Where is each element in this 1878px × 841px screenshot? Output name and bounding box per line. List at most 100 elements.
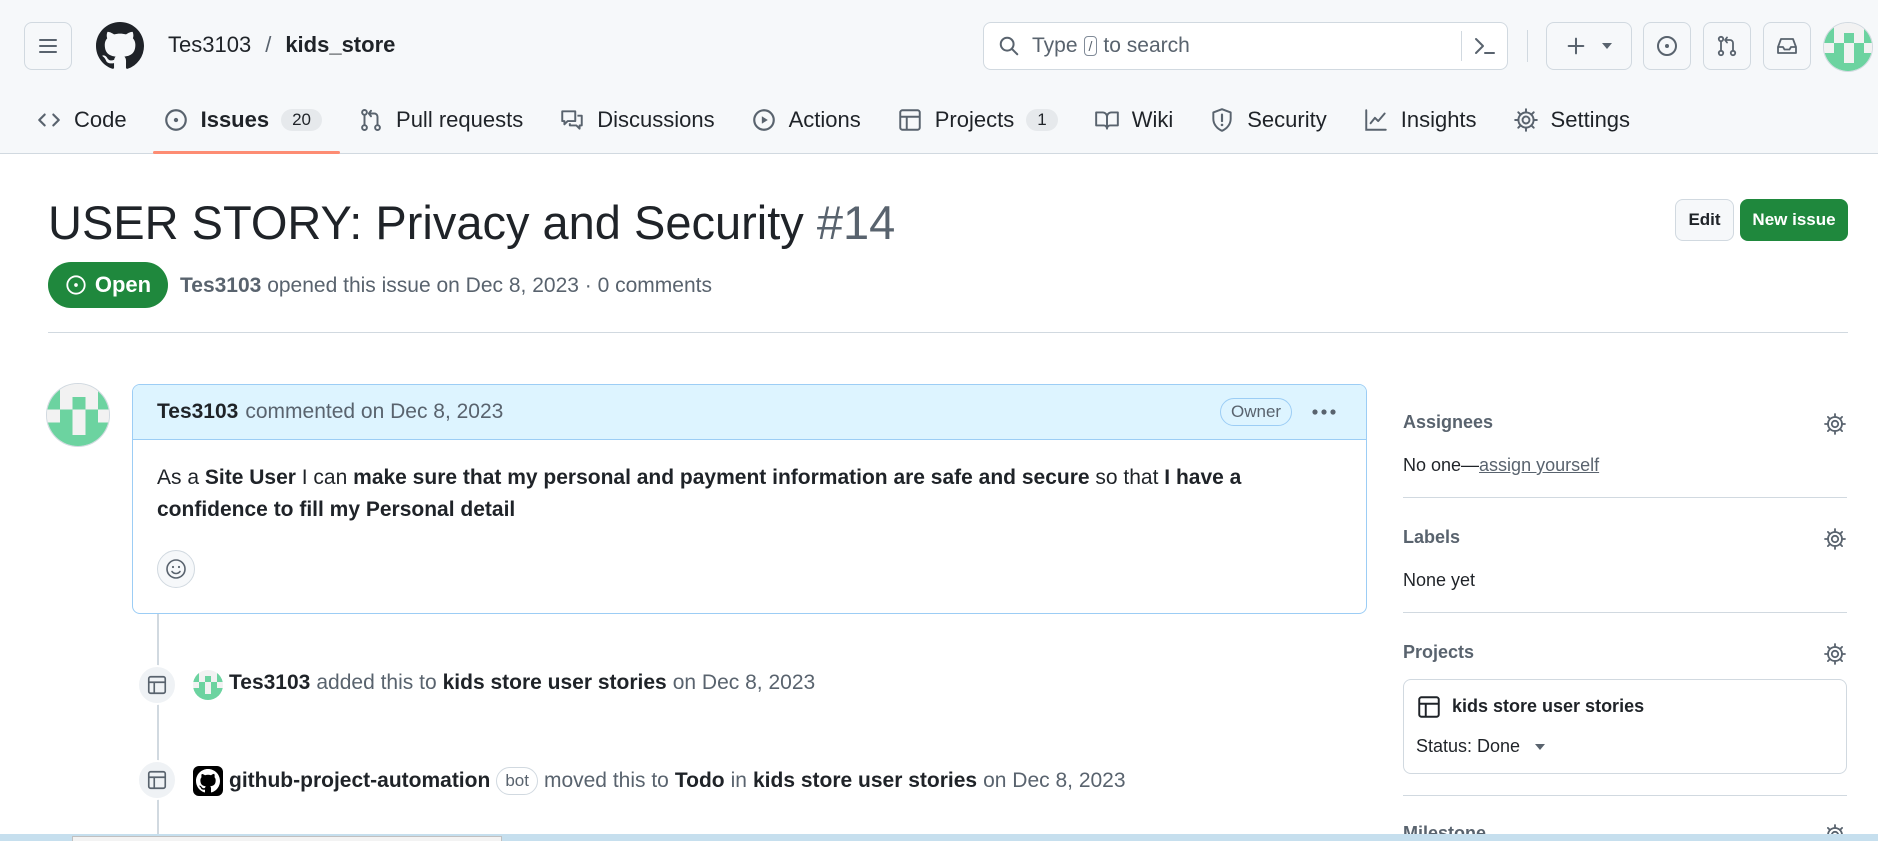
assign-yourself-link[interactable]: assign yourself <box>1479 455 1599 475</box>
assignees-value: No one—assign yourself <box>1403 455 1847 476</box>
project-status-value: Status: Done <box>1416 736 1521 756</box>
event-actor-avatar[interactable] <box>193 766 223 796</box>
your-pull-requests-button[interactable] <box>1703 22 1751 70</box>
tab-code[interactable]: Code <box>36 100 145 140</box>
comment-timestamp[interactable]: commented on Dec 8, 2023 <box>245 400 503 424</box>
git-pull-request-icon <box>1717 35 1737 57</box>
event-column-name: Todo <box>674 769 725 792</box>
event-text: in <box>730 769 747 792</box>
bot-badge: bot <box>496 767 538 795</box>
gear-icon <box>1824 413 1846 435</box>
comment-body: As a Site User I can make sure that my p… <box>133 440 1353 526</box>
tab-label: Settings <box>1550 107 1631 132</box>
issue-state-badge: Open <box>48 262 168 308</box>
hamburger-icon <box>39 39 57 53</box>
identicon-icon <box>193 670 223 700</box>
issue-opened-icon <box>1657 36 1677 56</box>
user-avatar[interactable] <box>1823 22 1873 72</box>
projects-settings-button[interactable] <box>1823 642 1847 666</box>
triangle-down-icon <box>1535 743 1546 750</box>
book-icon <box>1094 111 1119 130</box>
tab-label: Code <box>74 107 127 132</box>
tab-actions[interactable]: Actions <box>751 100 879 140</box>
issue-number: #14 <box>816 196 896 249</box>
tab-settings[interactable]: Settings <box>1513 100 1649 140</box>
comment-author-link[interactable]: Tes3103 <box>157 400 238 424</box>
search-icon <box>999 36 1019 56</box>
comment-discussion-icon <box>561 110 583 130</box>
edit-button[interactable]: Edit <box>1675 199 1734 241</box>
body-bold-text: make sure that my personal and payment i… <box>353 466 1090 489</box>
tab-issues[interactable]: Issues 20 <box>152 100 341 154</box>
body-text: so that <box>1095 466 1159 489</box>
identicon-icon <box>1824 23 1872 71</box>
github-logo-icon[interactable] <box>96 22 144 70</box>
shield-icon <box>1212 108 1232 132</box>
window-bottom-tab[interactable] <box>72 836 502 841</box>
labels-value: None yet <box>1403 570 1476 590</box>
event-time[interactable]: on Dec 8, 2023 <box>673 671 815 695</box>
body-text: I can <box>301 466 348 489</box>
issues-counter: 20 <box>281 109 323 131</box>
project-name-link[interactable]: kids store user stories <box>1452 696 1644 717</box>
tab-insights[interactable]: Insights <box>1363 100 1495 140</box>
assignees-settings-button[interactable] <box>1823 412 1847 436</box>
github-logo-icon <box>196 769 220 793</box>
tab-pull-requests[interactable]: Pull requests <box>358 100 541 140</box>
timeline-line <box>157 614 159 841</box>
code-icon <box>38 113 60 127</box>
tab-label: Insights <box>1400 107 1477 132</box>
create-new-button[interactable] <box>1546 22 1632 70</box>
event-time[interactable]: on Dec 8, 2023 <box>983 769 1125 793</box>
event-project-link[interactable]: kids store user stories <box>753 769 977 793</box>
tab-wiki[interactable]: Wiki <box>1094 100 1192 140</box>
plus-icon <box>1567 37 1585 55</box>
sidebar-projects: Projects kids store user stories Status:… <box>1403 642 1847 796</box>
breadcrumb: Tes3103 / kids_store <box>168 32 395 58</box>
tab-security[interactable]: Security <box>1209 100 1344 140</box>
comment-author-avatar[interactable] <box>46 383 110 447</box>
timeline-event: github-project-automation bot moved this… <box>229 767 1126 795</box>
event-actor-link[interactable]: github-project-automation <box>229 769 490 793</box>
tab-label: Issues <box>200 107 270 132</box>
command-palette-button[interactable] <box>1461 31 1507 61</box>
assignees-heading: Assignees <box>1403 412 1494 432</box>
tab-label: Discussions <box>597 107 715 132</box>
project-status-dropdown[interactable]: Status: Done <box>1416 736 1546 757</box>
gear-icon <box>1513 108 1538 132</box>
search-input[interactable]: Type / to search <box>983 22 1508 70</box>
event-project-link[interactable]: kids store user stories <box>443 671 667 695</box>
tab-label: Security <box>1247 107 1327 132</box>
body-text: As a <box>157 466 200 489</box>
gear-icon <box>1824 528 1846 550</box>
projects-heading: Projects <box>1403 642 1475 662</box>
issue-meta: Tes3103 opened this issue on Dec 8, 2023… <box>180 274 712 298</box>
breadcrumb-repo-link[interactable]: kids_store <box>285 32 395 58</box>
issue-author-link[interactable]: Tes3103 <box>180 274 261 297</box>
tab-label: Pull requests <box>396 107 524 132</box>
issue-opened-icon <box>66 275 86 295</box>
event-actor-link[interactable]: Tes3103 <box>229 671 310 695</box>
menu-button[interactable] <box>24 22 72 70</box>
gear-icon <box>1824 643 1846 665</box>
your-issues-button[interactable] <box>1643 22 1691 70</box>
comment-options-button[interactable] <box>1309 398 1339 426</box>
labels-settings-button[interactable] <box>1823 527 1847 551</box>
new-issue-button[interactable]: New issue <box>1740 199 1848 241</box>
tab-projects[interactable]: Projects 1 <box>897 100 1076 140</box>
event-text: added this to <box>316 671 437 694</box>
notifications-button[interactable] <box>1763 22 1811 70</box>
event-actor-avatar[interactable] <box>193 670 223 700</box>
timeline-event-icon <box>137 665 177 705</box>
terminal-icon <box>1474 38 1495 54</box>
tab-discussions[interactable]: Discussions <box>559 100 732 140</box>
issue-title-text: USER STORY: Privacy and Security <box>48 196 804 249</box>
search-shortcut-key: / <box>1083 36 1098 56</box>
repo-nav-tabs: Code Issues 20 Pull requests Discussions… <box>36 100 1666 154</box>
projects-counter: 1 <box>1026 109 1058 131</box>
git-pull-request-icon <box>361 109 381 131</box>
no-assignee-text: No one— <box>1403 455 1480 475</box>
breadcrumb-owner-link[interactable]: Tes3103 <box>168 32 251 58</box>
add-reaction-button[interactable] <box>157 550 195 588</box>
play-icon <box>752 109 775 131</box>
